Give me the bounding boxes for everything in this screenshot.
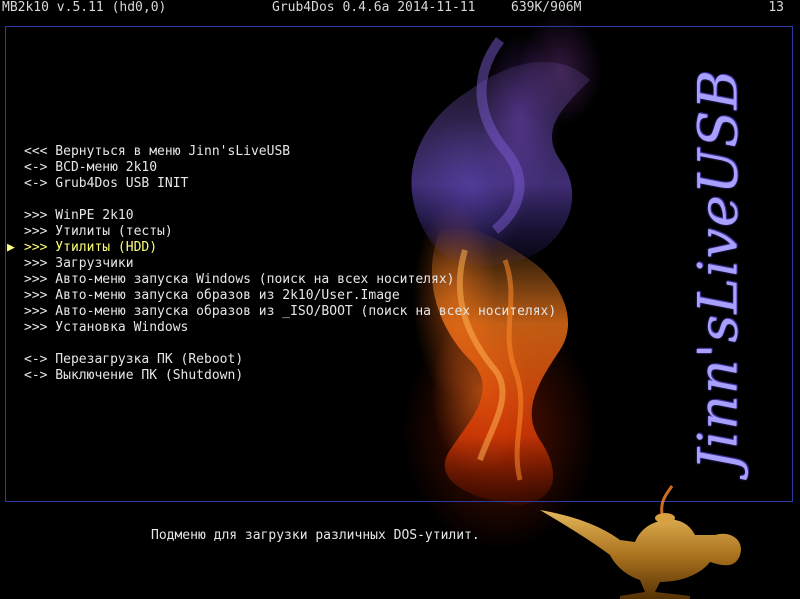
- menu-item-label: <-> Выключение ПК (Shutdown): [24, 368, 244, 383]
- menu-item-label: >>> Авто-меню запуска Windows (поиск на …: [24, 272, 455, 287]
- boot-screen: MB2k10 v.5.11 (hd0,0) Grub4Dos 0.4.6a 20…: [0, 0, 800, 599]
- menu-item[interactable]: <-> BCD-меню 2k10: [7, 160, 627, 176]
- genie-lamp-icon: [540, 485, 741, 599]
- menu-item-label: >>> Утилиты (HDD): [24, 240, 158, 255]
- menu-item[interactable]: <<< Вернуться в меню Jinn'sLiveUSB: [7, 144, 627, 160]
- menu-group-tools: >>> WinPE 2k10 >>> Утилиты (тесты) ▶ >>> Ут…: [7, 208, 627, 336]
- menu-item[interactable]: >>> WinPE 2k10: [7, 208, 627, 224]
- menu-item-label: >>> Авто-меню запуска образов из _ISO/BO…: [24, 304, 557, 319]
- menu-item-label: >>> WinPE 2k10: [24, 208, 134, 223]
- menu-item[interactable]: >>> Установка Windows: [7, 320, 627, 336]
- menu-item-label: >>> Загрузчики: [24, 256, 134, 271]
- menu-item-label: >>> Утилиты (тесты): [24, 224, 173, 239]
- menu-item-label: >>> Установка Windows: [24, 320, 189, 335]
- boot-menu: <<< Вернуться в меню Jinn'sLiveUSB <-> BC…: [7, 144, 627, 384]
- menu-item[interactable]: <-> Grub4Dos USB INIT: [7, 176, 627, 192]
- grub-version: Grub4Dos 0.4.6a 2014-11-11: [272, 0, 476, 15]
- menu-item[interactable]: >>> Авто-меню запуска образов из 2k10/Us…: [7, 288, 627, 304]
- menu-item[interactable]: >>> Утилиты (тесты): [7, 224, 627, 240]
- loader-version: MB2k10 v.5.11 (hd0,0): [2, 0, 167, 15]
- triangle-right-icon: ▶: [7, 240, 15, 255]
- brand-logo: Jinn'sLiveUSB: [648, 40, 788, 500]
- menu-item[interactable]: >>> Авто-меню запуска образов из _ISO/BO…: [7, 304, 627, 320]
- menu-item-label: <-> BCD-меню 2k10: [24, 160, 158, 175]
- menu-item[interactable]: <-> Выключение ПК (Shutdown): [7, 368, 627, 384]
- menu-item-label: <-> Grub4Dos USB INIT: [24, 176, 189, 191]
- menu-item[interactable]: <-> Перезагрузка ПК (Reboot): [7, 352, 627, 368]
- memory-info: 639K/906M: [511, 0, 582, 15]
- menu-item-label: >>> Авто-меню запуска образов из 2k10/Us…: [24, 288, 400, 303]
- menu-item[interactable]: >>> Авто-меню запуска Windows (поиск на …: [7, 272, 627, 288]
- brand-text: Jinn'sLiveUSB: [686, 69, 750, 471]
- countdown-timer: 13: [768, 0, 784, 15]
- help-text: Подменю для загрузки различных DOS-утили…: [151, 528, 480, 543]
- menu-item[interactable]: ▶ >>> Утилиты (HDD): [7, 240, 627, 256]
- menu-spacer: [7, 192, 627, 208]
- menu-item-label: <-> Перезагрузка ПК (Reboot): [24, 352, 244, 367]
- status-bar: MB2k10 v.5.11 (hd0,0) Grub4Dos 0.4.6a 20…: [0, 0, 800, 16]
- menu-spacer: [7, 336, 627, 352]
- menu-group-power: <-> Перезагрузка ПК (Reboot) <-> Выключен…: [7, 352, 627, 384]
- menu-item[interactable]: >>> Загрузчики: [7, 256, 627, 272]
- menu-group-navigation: <<< Вернуться в меню Jinn'sLiveUSB <-> BC…: [7, 144, 627, 192]
- menu-item-label: <<< Вернуться в меню Jinn'sLiveUSB: [24, 144, 291, 159]
